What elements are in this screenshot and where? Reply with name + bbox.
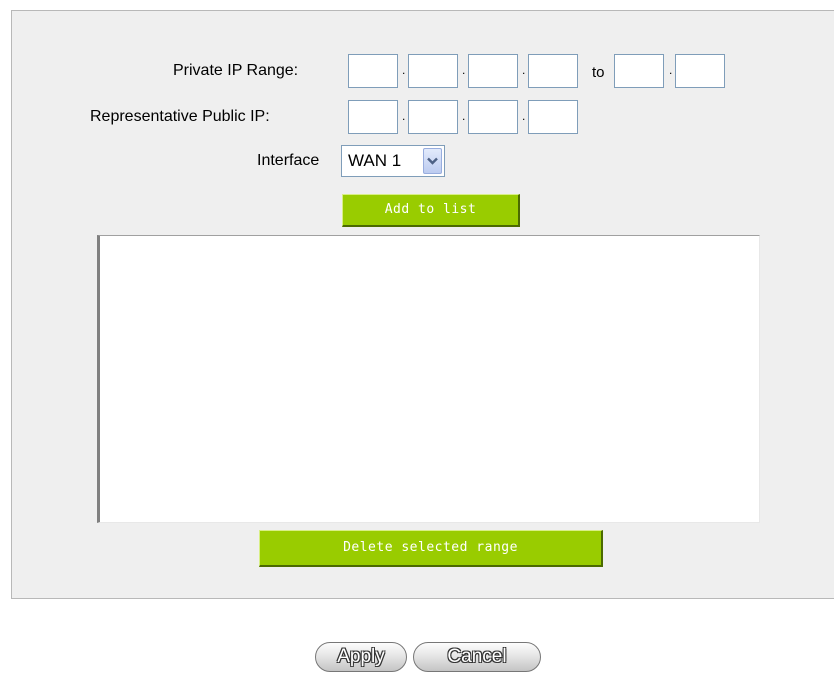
private-ip-start-octet-3[interactable] (468, 54, 518, 88)
ip-dot-separator: . (462, 63, 466, 77)
range-to-label: to (592, 64, 605, 81)
public-ip-octet-3[interactable] (468, 100, 518, 134)
interface-dropdown-button[interactable] (423, 148, 442, 174)
apply-button[interactable]: Apply (315, 642, 407, 672)
ip-dot-separator: . (522, 63, 526, 77)
add-to-list-button[interactable]: Add to list (342, 194, 520, 227)
interface-label: Interface (257, 152, 320, 169)
public-ip-label: Representative Public IP: (90, 108, 270, 125)
private-ip-start-octet-1[interactable] (348, 54, 398, 88)
ip-range-listbox[interactable] (97, 235, 760, 523)
ip-dot-separator: . (522, 109, 526, 123)
ip-dot-separator: . (462, 109, 466, 123)
private-ip-start-octet-4[interactable] (528, 54, 578, 88)
ip-dot-separator: . (669, 63, 673, 77)
chevron-down-icon (427, 157, 438, 165)
private-ip-end-octet-3[interactable] (614, 54, 664, 88)
cancel-button[interactable]: Cancel (413, 642, 541, 672)
private-ip-start-octet-2[interactable] (408, 54, 458, 88)
ip-dot-separator: . (402, 109, 406, 123)
private-ip-end-octet-4[interactable] (675, 54, 725, 88)
public-ip-octet-2[interactable] (408, 100, 458, 134)
private-ip-range-label: Private IP Range: (173, 62, 299, 79)
interface-select[interactable]: WAN 1 (341, 145, 445, 177)
ip-dot-separator: . (402, 63, 406, 77)
interface-select-value: WAN 1 (348, 151, 402, 170)
delete-selected-range-button[interactable]: Delete selected range (259, 530, 603, 567)
public-ip-octet-4[interactable] (528, 100, 578, 134)
public-ip-octet-1[interactable] (348, 100, 398, 134)
